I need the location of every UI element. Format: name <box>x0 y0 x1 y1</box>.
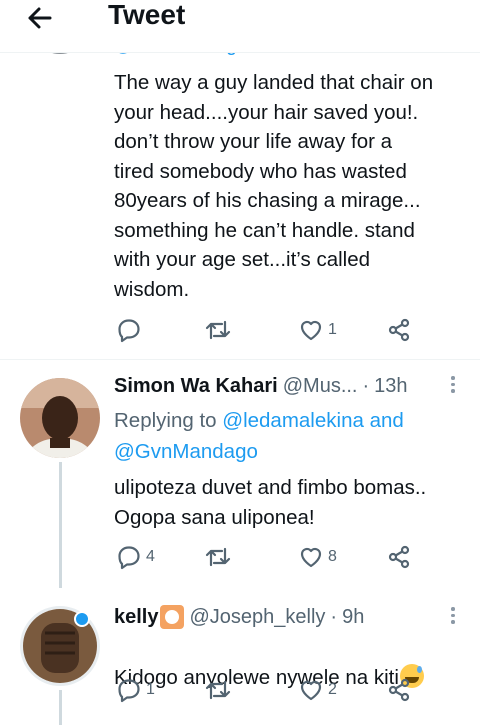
reply-button[interactable]: 4 <box>116 543 155 571</box>
heart-icon <box>300 547 322 568</box>
user-handle[interactable]: @Mus... <box>283 375 358 398</box>
separator-dot: · <box>330 605 338 628</box>
share-icon <box>388 678 410 702</box>
tweet-header: kelly @Joseph_kelly · 9h <box>114 603 364 631</box>
replying-to: Replying to @ledamalekina and @GvnMandag… <box>114 405 454 467</box>
reply-button[interactable]: 1 <box>116 676 155 704</box>
replying-label: Replying to <box>114 409 217 432</box>
thread-line <box>59 462 62 588</box>
thread-line <box>59 690 62 725</box>
share-icon <box>388 318 410 342</box>
reply-count: 1 <box>146 681 155 698</box>
tweet-header: Simon Wa Kahari @Mus... · 13h <box>114 372 408 400</box>
heart-icon <box>300 680 322 701</box>
like-button[interactable]: 8 <box>298 543 337 571</box>
share-button[interactable] <box>386 316 412 344</box>
tweet-text: ulipoteza duvet and fimbo bomas.. Ogopa … <box>114 476 427 529</box>
share-icon <box>388 545 410 569</box>
like-count: 2 <box>328 681 337 698</box>
mention-link[interactable]: @ledamalekina <box>222 409 364 432</box>
mention-link[interactable]: @GvnMandago <box>114 440 258 463</box>
more-options-icon[interactable] <box>450 605 456 629</box>
back-button[interactable] <box>22 4 62 32</box>
retweet-icon <box>205 547 231 567</box>
reply-count: 4 <box>146 548 155 565</box>
share-button[interactable] <box>386 676 412 704</box>
tweet-actions: 4 8 <box>116 543 416 571</box>
timestamp[interactable]: 13h <box>374 375 407 398</box>
like-count: 1 <box>328 321 337 338</box>
like-button[interactable]: 1 <box>298 316 337 344</box>
separator-dot: · <box>362 374 370 397</box>
reply-button[interactable] <box>116 316 142 344</box>
user-handle[interactable]: @Joseph_kelly <box>189 606 325 629</box>
retweet-icon <box>205 680 231 700</box>
verified-icon <box>74 611 90 627</box>
avatar[interactable] <box>20 378 100 458</box>
display-name[interactable]: kelly <box>114 606 158 629</box>
display-name[interactable]: Simon Wa Kahari <box>114 375 278 398</box>
page-title: Tweet <box>108 0 186 30</box>
timestamp[interactable]: 9h <box>342 606 364 629</box>
mention-and: and <box>369 409 404 432</box>
divider <box>0 359 480 360</box>
retweet-button[interactable] <box>204 316 232 344</box>
more-options-icon[interactable] <box>450 374 456 398</box>
emoji-badge-icon <box>160 605 185 629</box>
tweet-actions: 1 <box>116 316 416 344</box>
reply-icon <box>118 679 140 703</box>
like-count: 8 <box>328 548 337 565</box>
heart-icon <box>300 320 322 341</box>
retweet-icon <box>205 320 231 340</box>
tweet-actions: 1 2 <box>116 676 416 704</box>
retweet-button[interactable] <box>204 543 232 571</box>
share-button[interactable] <box>386 543 412 571</box>
arrow-left-icon <box>28 7 52 29</box>
retweet-button[interactable] <box>204 676 232 704</box>
top-bar: Tweet <box>0 0 480 53</box>
reply-icon <box>118 546 140 570</box>
reply-icon <box>118 319 140 343</box>
tweet-text: The way a guy landed that chair on your … <box>114 71 434 301</box>
like-button[interactable]: 2 <box>298 676 337 704</box>
